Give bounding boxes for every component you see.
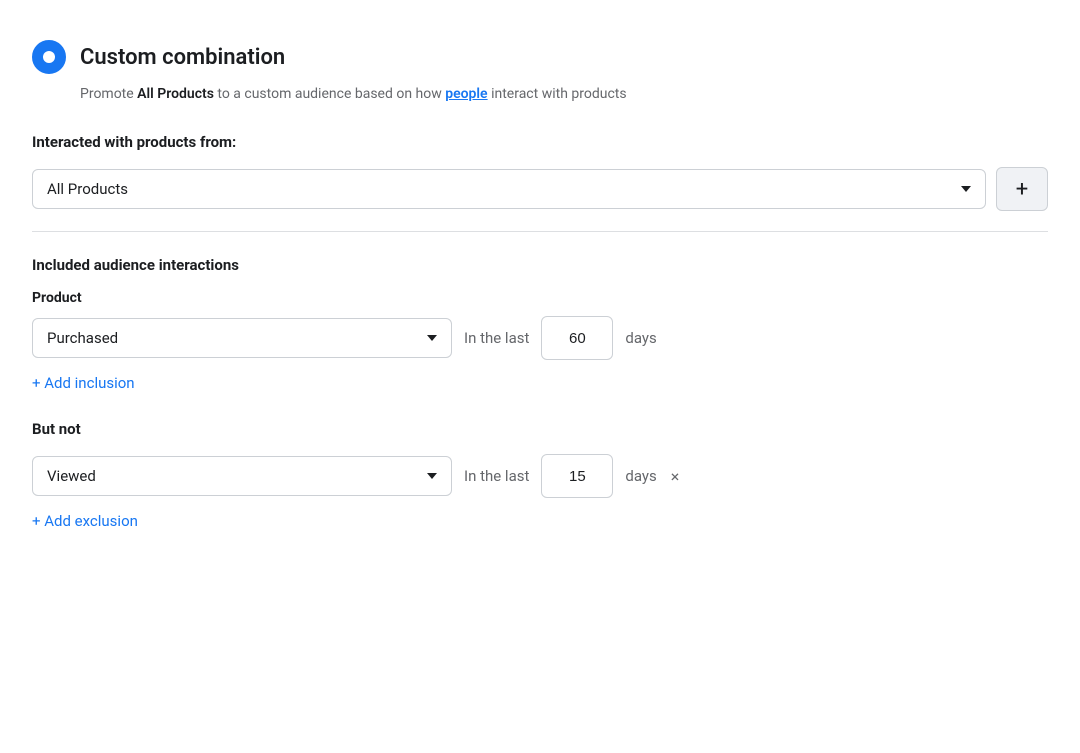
- included-interaction-row: Purchased In the last days: [32, 316, 1048, 360]
- header-row: Custom combination: [32, 40, 1048, 74]
- interacted-section-label: Interacted with products from:: [32, 133, 1048, 151]
- excluded-interaction-dropdown[interactable]: Viewed: [32, 456, 452, 496]
- included-in-the-last-label: In the last: [464, 329, 529, 347]
- excluded-interaction-row: Viewed In the last days ×: [32, 454, 1048, 498]
- subtitle-bold: All Products: [137, 86, 214, 102]
- all-products-dropdown-value: All Products: [47, 180, 128, 198]
- included-interaction-dropdown-value: Purchased: [47, 329, 118, 347]
- plus-icon: +: [1016, 177, 1028, 202]
- subtitle-prefix: Promote: [80, 86, 137, 102]
- radio-button[interactable]: [32, 40, 66, 74]
- excluded-days-label: days: [625, 467, 656, 485]
- people-link[interactable]: people: [445, 86, 487, 102]
- included-section-label: Included audience interactions: [32, 256, 1048, 274]
- but-not-label: But not: [32, 420, 1048, 438]
- all-products-chevron-down-icon: [961, 186, 971, 192]
- included-interaction-dropdown[interactable]: Purchased: [32, 318, 452, 358]
- included-days-input[interactable]: [541, 316, 613, 360]
- subtitle: Promote All Products to a custom audienc…: [80, 84, 1048, 105]
- excluded-in-the-last-label: In the last: [464, 467, 529, 485]
- radio-inner-dot: [43, 51, 55, 63]
- panel-title: Custom combination: [80, 45, 285, 70]
- add-inclusion-link[interactable]: + Add inclusion: [32, 374, 135, 392]
- subtitle-middle: to a custom audience based on how: [214, 86, 445, 102]
- excluded-section: But not Viewed In the last days × + Add …: [32, 420, 1048, 530]
- included-interaction-chevron-down-icon: [427, 335, 437, 341]
- product-source-row: All Products +: [32, 167, 1048, 211]
- included-section: Included audience interactions Product P…: [32, 256, 1048, 392]
- excluded-days-input[interactable]: [541, 454, 613, 498]
- add-exclusion-link[interactable]: + Add exclusion: [32, 512, 138, 530]
- excluded-interaction-dropdown-value: Viewed: [47, 467, 96, 485]
- custom-combination-panel: Custom combination Promote All Products …: [32, 24, 1048, 546]
- all-products-dropdown[interactable]: All Products: [32, 169, 986, 209]
- included-days-label: days: [625, 329, 656, 347]
- section-divider: [32, 231, 1048, 232]
- product-sub-label: Product: [32, 290, 1048, 306]
- subtitle-suffix: interact with products: [488, 86, 627, 102]
- remove-exclusion-button[interactable]: ×: [671, 467, 680, 486]
- excluded-interaction-chevron-down-icon: [427, 473, 437, 479]
- add-product-button[interactable]: +: [996, 167, 1048, 211]
